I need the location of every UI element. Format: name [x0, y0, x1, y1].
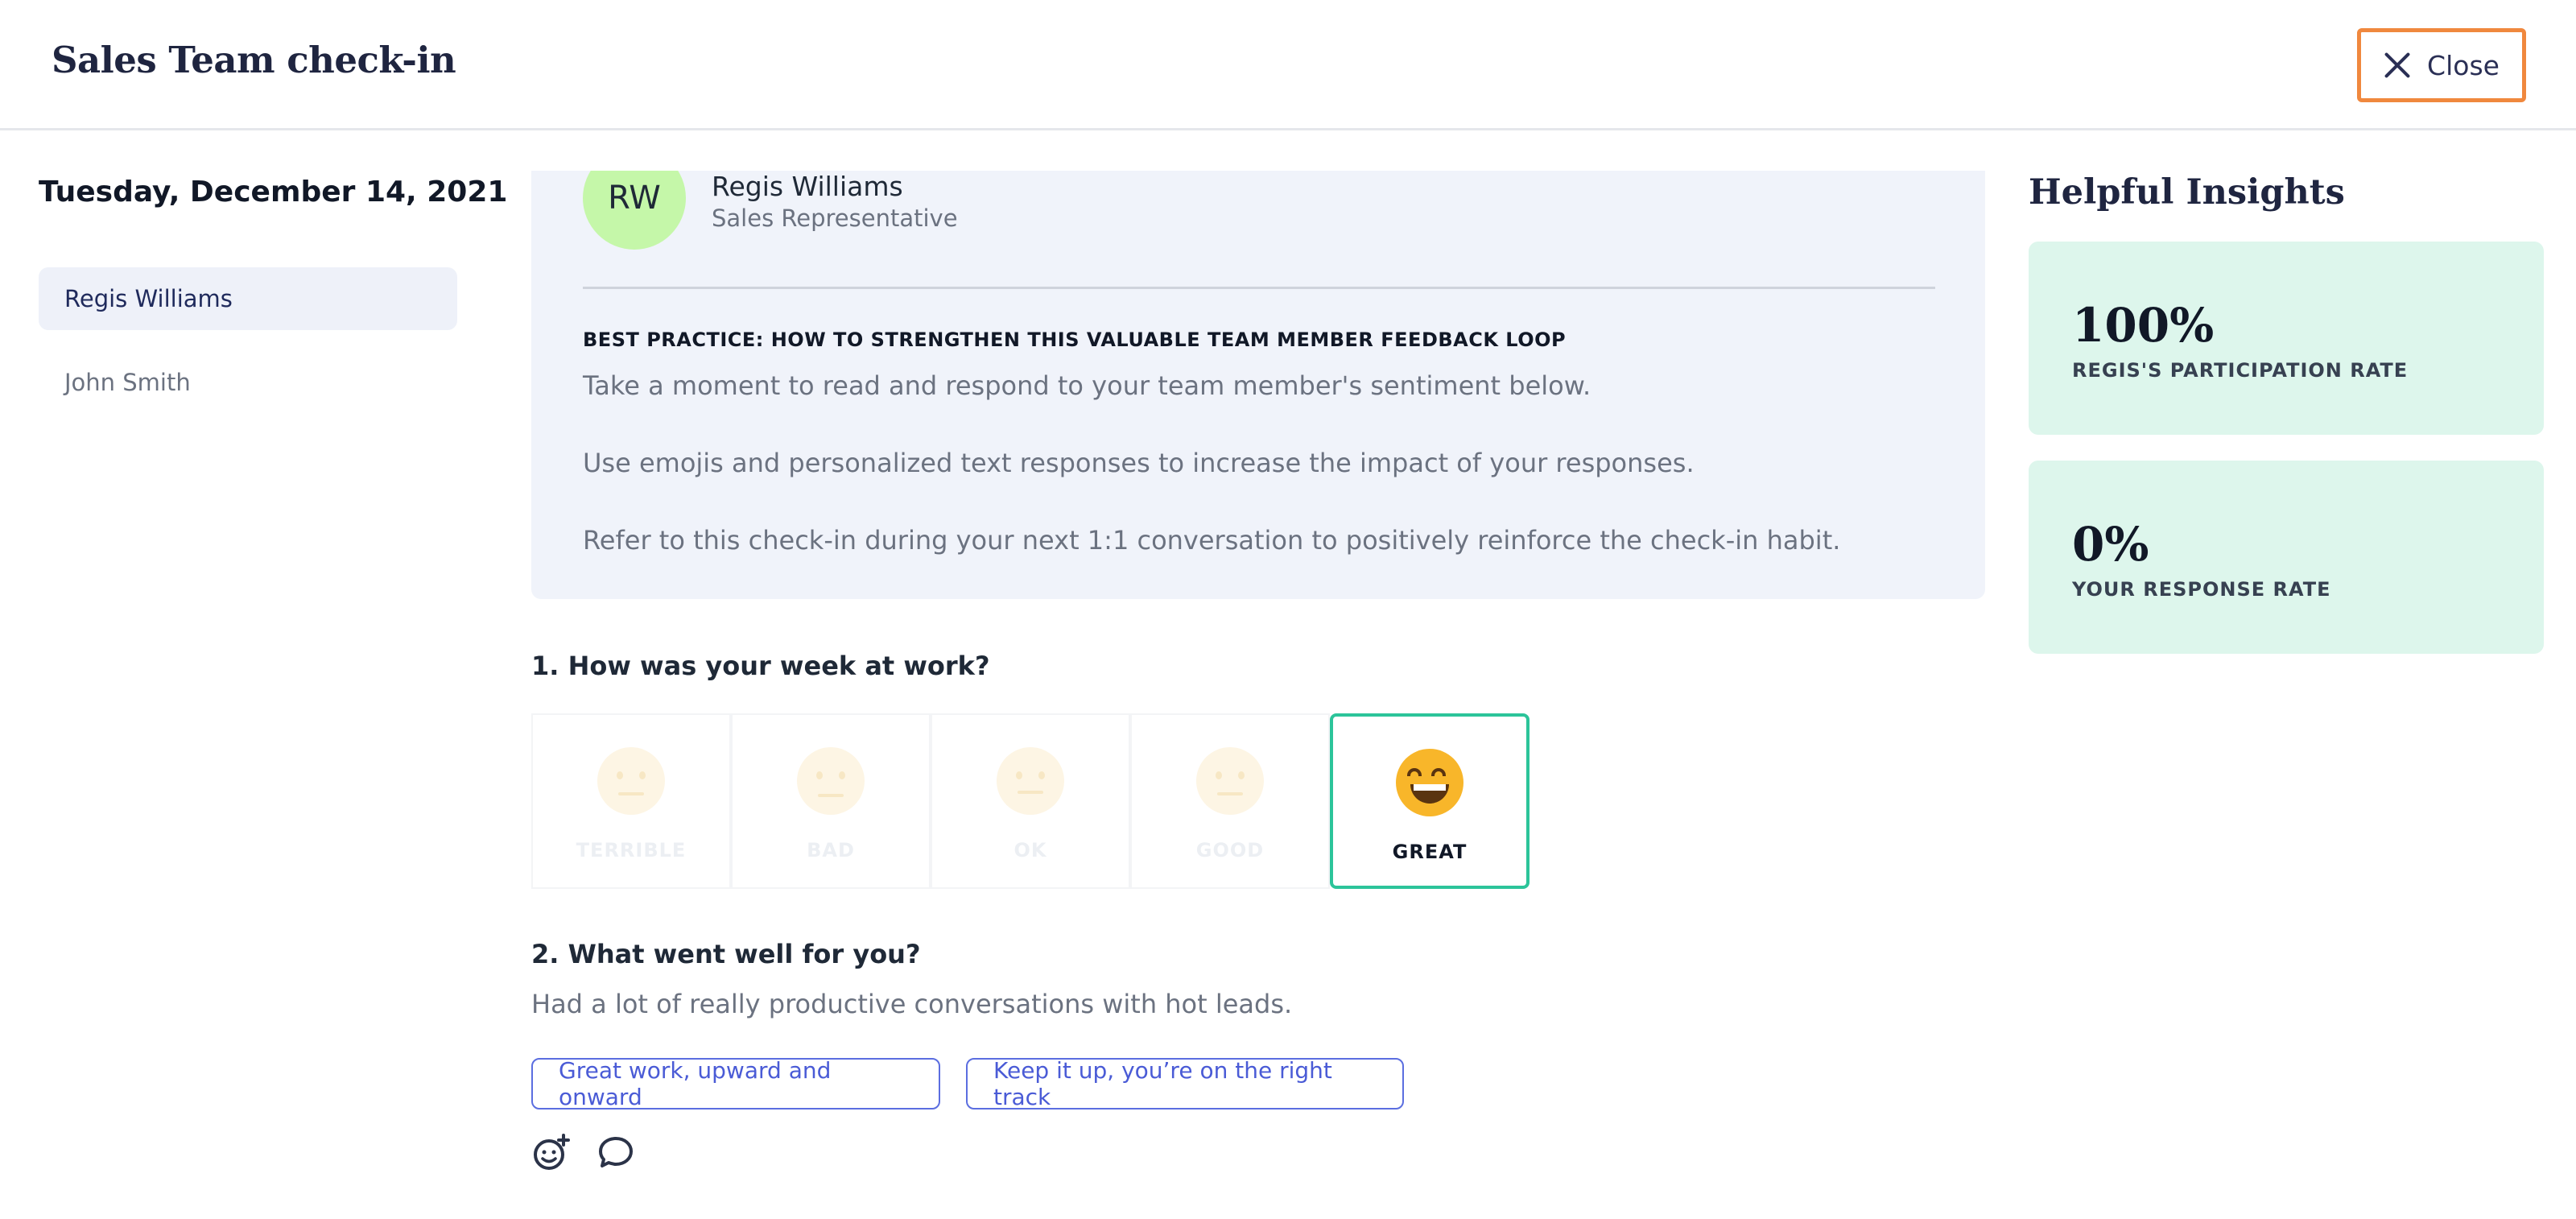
answer-text: Had a lot of really productive conversat… [531, 989, 1293, 1019]
sidebar-item-john-smith[interactable]: John Smith [39, 351, 457, 414]
divider [583, 287, 1935, 289]
page-title: Sales Team check-in [52, 39, 456, 81]
mood-label: BAD [807, 839, 855, 862]
avatar: RW [583, 171, 686, 250]
close-button-label: Close [2427, 49, 2500, 81]
insight-value: 100% [2072, 298, 2215, 353]
mood-label: GREAT [1392, 841, 1468, 863]
grin-face-icon [1396, 749, 1463, 816]
best-practice-title: BEST PRACTICE: HOW TO STRENGTHEN THIS VA… [583, 329, 1567, 351]
mood-option-good[interactable]: GOOD [1130, 713, 1330, 889]
question-1-title: 1. How was your week at work? [531, 651, 990, 681]
quick-reply-button[interactable]: Keep it up, you’re on the right track [966, 1057, 1404, 1110]
mood-label: GOOD [1195, 839, 1265, 862]
top-bar: Sales Team check-in Close [0, 0, 2576, 130]
close-button[interactable]: Close [2357, 28, 2526, 102]
best-practice-line: Take a moment to read and respond to you… [583, 370, 1591, 401]
quick-reply-button[interactable]: Great work, upward and onward [531, 1057, 940, 1110]
sidebar-item-regis-williams[interactable]: Regis Williams [39, 267, 457, 330]
date-heading: Tuesday, December 14, 2021 [39, 176, 508, 209]
mood-option-bad[interactable]: BAD [731, 713, 931, 889]
mood-option-terrible[interactable]: TERRIBLE [531, 713, 731, 889]
neutral-face-icon [997, 747, 1064, 815]
mood-label: OK [1013, 839, 1047, 862]
sidebar-item-label: John Smith [64, 369, 191, 396]
sidebar-item-label: Regis Williams [64, 285, 233, 312]
comment-icon[interactable] [596, 1132, 636, 1172]
mood-label: TERRIBLE [576, 839, 687, 862]
mood-option-ok[interactable]: OK [931, 713, 1130, 889]
best-practice-card: RW Regis Williams Sales Representative B… [531, 171, 1985, 599]
person-role: Sales Representative [712, 205, 958, 232]
terrible-face-icon [597, 747, 665, 815]
insight-card-response: 0% YOUR RESPONSE RATE [2029, 461, 2544, 654]
smile-face-icon [1196, 747, 1264, 815]
mood-option-great[interactable]: GREAT [1330, 713, 1530, 889]
close-icon [2384, 52, 2411, 79]
insight-label: REGIS'S PARTICIPATION RATE [2072, 359, 2409, 382]
person-name: Regis Williams [712, 171, 903, 202]
question-2-title: 2. What went well for you? [531, 939, 921, 969]
best-practice-line: Use emojis and personalized text respons… [583, 448, 1695, 478]
insights-title: Helpful Insights [2029, 172, 2345, 213]
insight-label: YOUR RESPONSE RATE [2072, 578, 2331, 601]
insight-value: 0% [2072, 517, 2149, 572]
sad-face-icon [797, 747, 865, 815]
best-practice-line: Refer to this check-in during your next … [583, 525, 1841, 556]
insight-card-participation: 100% REGIS'S PARTICIPATION RATE [2029, 242, 2544, 435]
add-emoji-icon[interactable] [531, 1132, 572, 1172]
